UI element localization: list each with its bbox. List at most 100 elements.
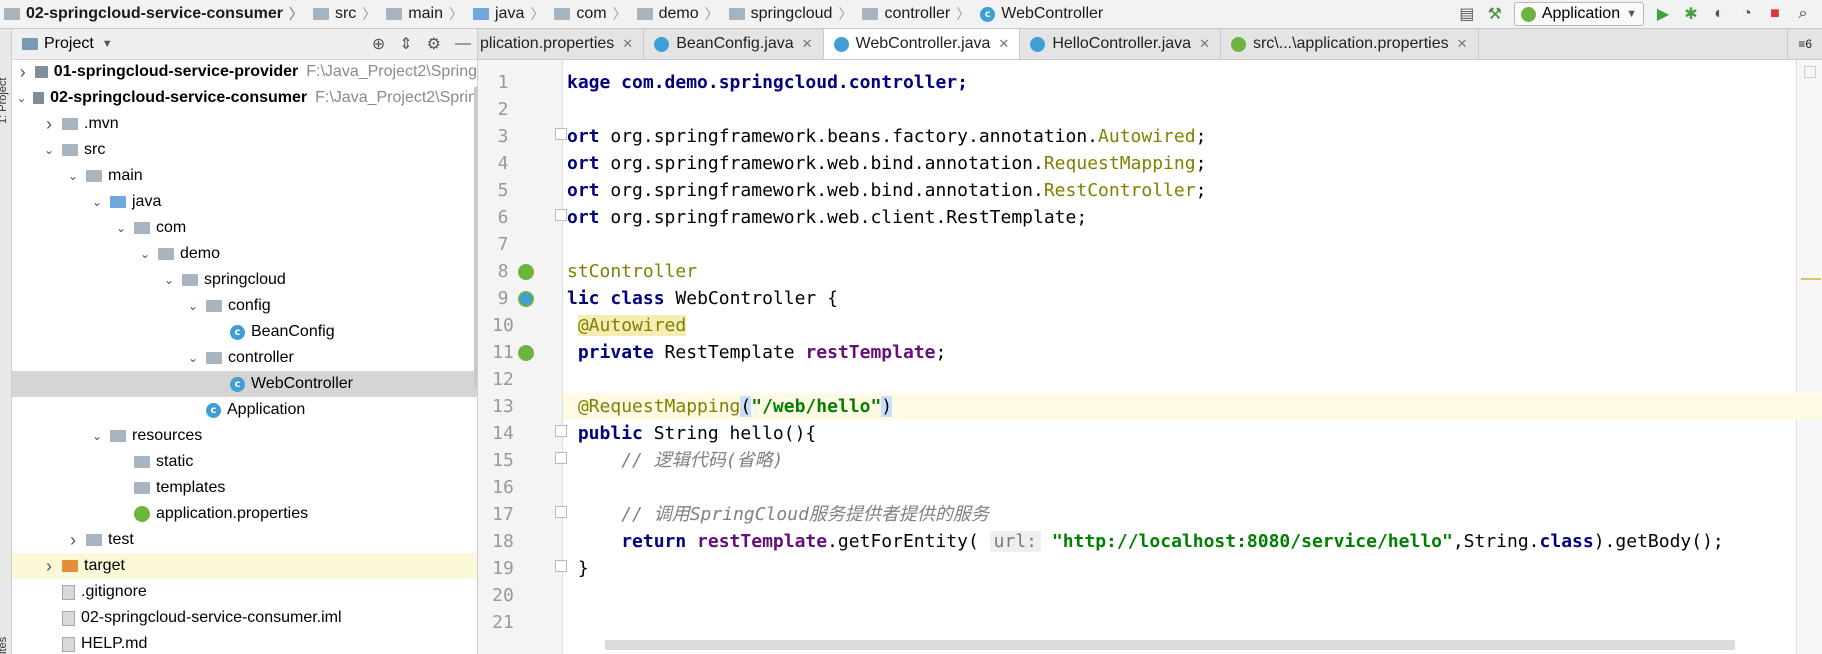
fold-icon[interactable] <box>555 209 567 221</box>
close-icon[interactable]: ✕ <box>1199 36 1210 52</box>
tree-item[interactable]: ⌄ resources <box>12 423 477 449</box>
fold-icon[interactable] <box>555 425 567 437</box>
collapse-all-icon[interactable]: ⇕ <box>399 34 412 54</box>
tree-item[interactable]: › target <box>12 553 477 579</box>
tree-item[interactable]: ⌄ 02-springcloud-service-consumer F:\Java_… <box>12 85 477 111</box>
tab-application-properties[interactable]: plication.properties ✕ <box>478 29 645 59</box>
locate-icon[interactable]: ⊕ <box>372 34 385 54</box>
change-marker[interactable] <box>1801 278 1821 280</box>
tree-item[interactable]: c Application <box>12 397 477 423</box>
close-icon[interactable]: ✕ <box>802 36 813 52</box>
tree-item-label: controller <box>228 349 294 366</box>
project-view-title[interactable]: Project <box>44 35 94 53</box>
tab-src-application-properties[interactable]: src\...\application.properties ✕ <box>1221 29 1479 59</box>
coverage-icon[interactable]: ◐ <box>1710 5 1728 23</box>
tree-item[interactable]: ⌄ main <box>12 163 477 189</box>
breadcrumb-module[interactable]: 02-springcloud-service-consumer 〉 <box>0 0 307 28</box>
tree-item[interactable]: ⌄ config <box>12 293 477 319</box>
tree-item-label: src <box>84 141 106 158</box>
package-icon <box>728 8 745 20</box>
tree-item[interactable]: static <box>12 449 477 475</box>
tree-item[interactable]: templates <box>12 475 477 501</box>
warning-marker[interactable] <box>1804 66 1816 78</box>
tabs-overflow-button[interactable]: ≡6 <box>1787 29 1822 59</box>
chevron-down-icon[interactable]: ⌄ <box>16 91 26 105</box>
tree-item[interactable]: application.properties <box>12 501 477 527</box>
tree-item[interactable]: ⌄ controller <box>12 345 477 371</box>
chevron-down-icon[interactable]: ⌄ <box>186 351 200 365</box>
chevron-right-icon[interactable]: › <box>17 62 29 83</box>
tree-item[interactable]: 02-springcloud-service-consumer.iml <box>12 605 477 631</box>
chevron-down-icon[interactable]: ⌄ <box>162 273 176 287</box>
chevron-down-icon[interactable]: ⌄ <box>42 143 56 157</box>
tree-item[interactable]: HELP.md <box>12 631 477 654</box>
project-tool-tab[interactable]: 1: Project <box>0 78 9 124</box>
hide-icon[interactable]: — <box>455 35 471 53</box>
run-configuration-select[interactable]: Application ▼ <box>1513 2 1644 26</box>
breadcrumb-java[interactable]: java 〉 <box>467 0 548 28</box>
breadcrumb-src[interactable]: src 〉 <box>307 0 380 28</box>
fold-icon[interactable] <box>555 560 567 572</box>
spring-properties-icon <box>134 506 150 522</box>
editor-tabs: plication.properties ✕ BeanConfig.java ✕ W… <box>478 29 1822 60</box>
chevron-right-icon[interactable]: › <box>42 556 56 577</box>
editor-horizontal-scrollbar[interactable] <box>605 640 1735 650</box>
tree-item[interactable]: ⌄ demo <box>12 241 477 267</box>
close-icon[interactable]: ✕ <box>1457 36 1468 52</box>
tree-scrollbar[interactable] <box>474 87 477 387</box>
project-structure-icon[interactable]: ▤ <box>1458 5 1476 23</box>
line-number: 10 <box>492 315 514 336</box>
gear-icon[interactable]: ⚙ <box>427 34 441 54</box>
code-line-18: return restTemplate.getForEntity( url: "… <box>621 531 1724 552</box>
build-hammer-icon[interactable]: ⚒ <box>1486 5 1504 23</box>
tree-item[interactable]: .gitignore <box>12 579 477 605</box>
tree-item[interactable]: c BeanConfig <box>12 319 477 345</box>
spring-bean-icon[interactable] <box>518 264 534 280</box>
tree-item[interactable]: › 01-springcloud-service-provider F:\Java_… <box>12 59 477 85</box>
tree-item[interactable]: ⌄ src <box>12 137 477 163</box>
tree-item[interactable]: ⌄ springcloud <box>12 267 477 293</box>
fold-icon[interactable] <box>555 452 567 464</box>
close-icon[interactable]: ✕ <box>998 36 1009 52</box>
chevron-down-icon[interactable]: ⌄ <box>90 429 104 443</box>
code-line-15: // 逻辑代码(省略) <box>621 450 784 471</box>
profile-icon[interactable]: ◔ <box>1738 5 1756 23</box>
chevron-down-icon[interactable]: ⌄ <box>138 247 152 261</box>
search-icon[interactable]: ⌕ <box>1794 5 1812 23</box>
chevron-down-icon[interactable]: ⌄ <box>66 169 80 183</box>
tab-hellocontroller[interactable]: HelloController.java ✕ <box>1020 29 1221 59</box>
breadcrumb-demo[interactable]: demo 〉 <box>631 0 723 28</box>
tab-beanconfig[interactable]: BeanConfig.java ✕ <box>644 29 824 59</box>
tree-item-label: WebController <box>251 375 353 392</box>
chevron-down-icon[interactable]: ⌄ <box>114 221 128 235</box>
tab-webcontroller[interactable]: WebController.java ✕ <box>823 29 1021 59</box>
debug-icon[interactable]: ✱ <box>1682 5 1700 23</box>
breadcrumb-controller[interactable]: controller 〉 <box>856 0 974 28</box>
tree-item[interactable]: ⌄ com <box>12 215 477 241</box>
chevron-right-icon[interactable]: › <box>66 530 80 551</box>
tree-item[interactable]: › test <box>12 527 477 553</box>
fold-icon[interactable] <box>555 128 567 140</box>
close-icon[interactable]: ✕ <box>622 36 633 52</box>
tree-item[interactable]: ⌄ java <box>12 189 477 215</box>
module-path: F:\Java_Project2\Spring <box>306 63 477 80</box>
tree-item[interactable]: c WebController <box>12 371 477 397</box>
chevron-right-icon[interactable]: › <box>42 114 56 135</box>
chevron-down-icon[interactable]: ▼ <box>102 38 113 50</box>
chevron-down-icon[interactable]: ⌄ <box>90 195 104 209</box>
folder-icon <box>62 144 78 156</box>
code-line-19: } <box>577 558 589 579</box>
breadcrumb-springcloud[interactable]: springcloud 〉 <box>723 0 857 28</box>
chevron-down-icon[interactable]: ⌄ <box>186 299 200 313</box>
breadcrumb-webcontroller[interactable]: c WebController <box>974 0 1107 28</box>
spring-class-icon[interactable] <box>518 291 534 307</box>
stop-icon[interactable]: ■ <box>1766 5 1784 23</box>
breadcrumb-com[interactable]: com 〉 <box>548 0 630 28</box>
fold-icon[interactable] <box>555 506 567 518</box>
breadcrumb-main[interactable]: main 〉 <box>380 0 467 28</box>
tree-item[interactable]: › .mvn <box>12 111 477 137</box>
line-number: 3 <box>497 126 509 147</box>
favorites-tool-tab[interactable]: ites <box>0 637 9 654</box>
run-icon[interactable]: ▶ <box>1654 5 1672 23</box>
autowired-navigate-icon[interactable] <box>518 345 534 361</box>
